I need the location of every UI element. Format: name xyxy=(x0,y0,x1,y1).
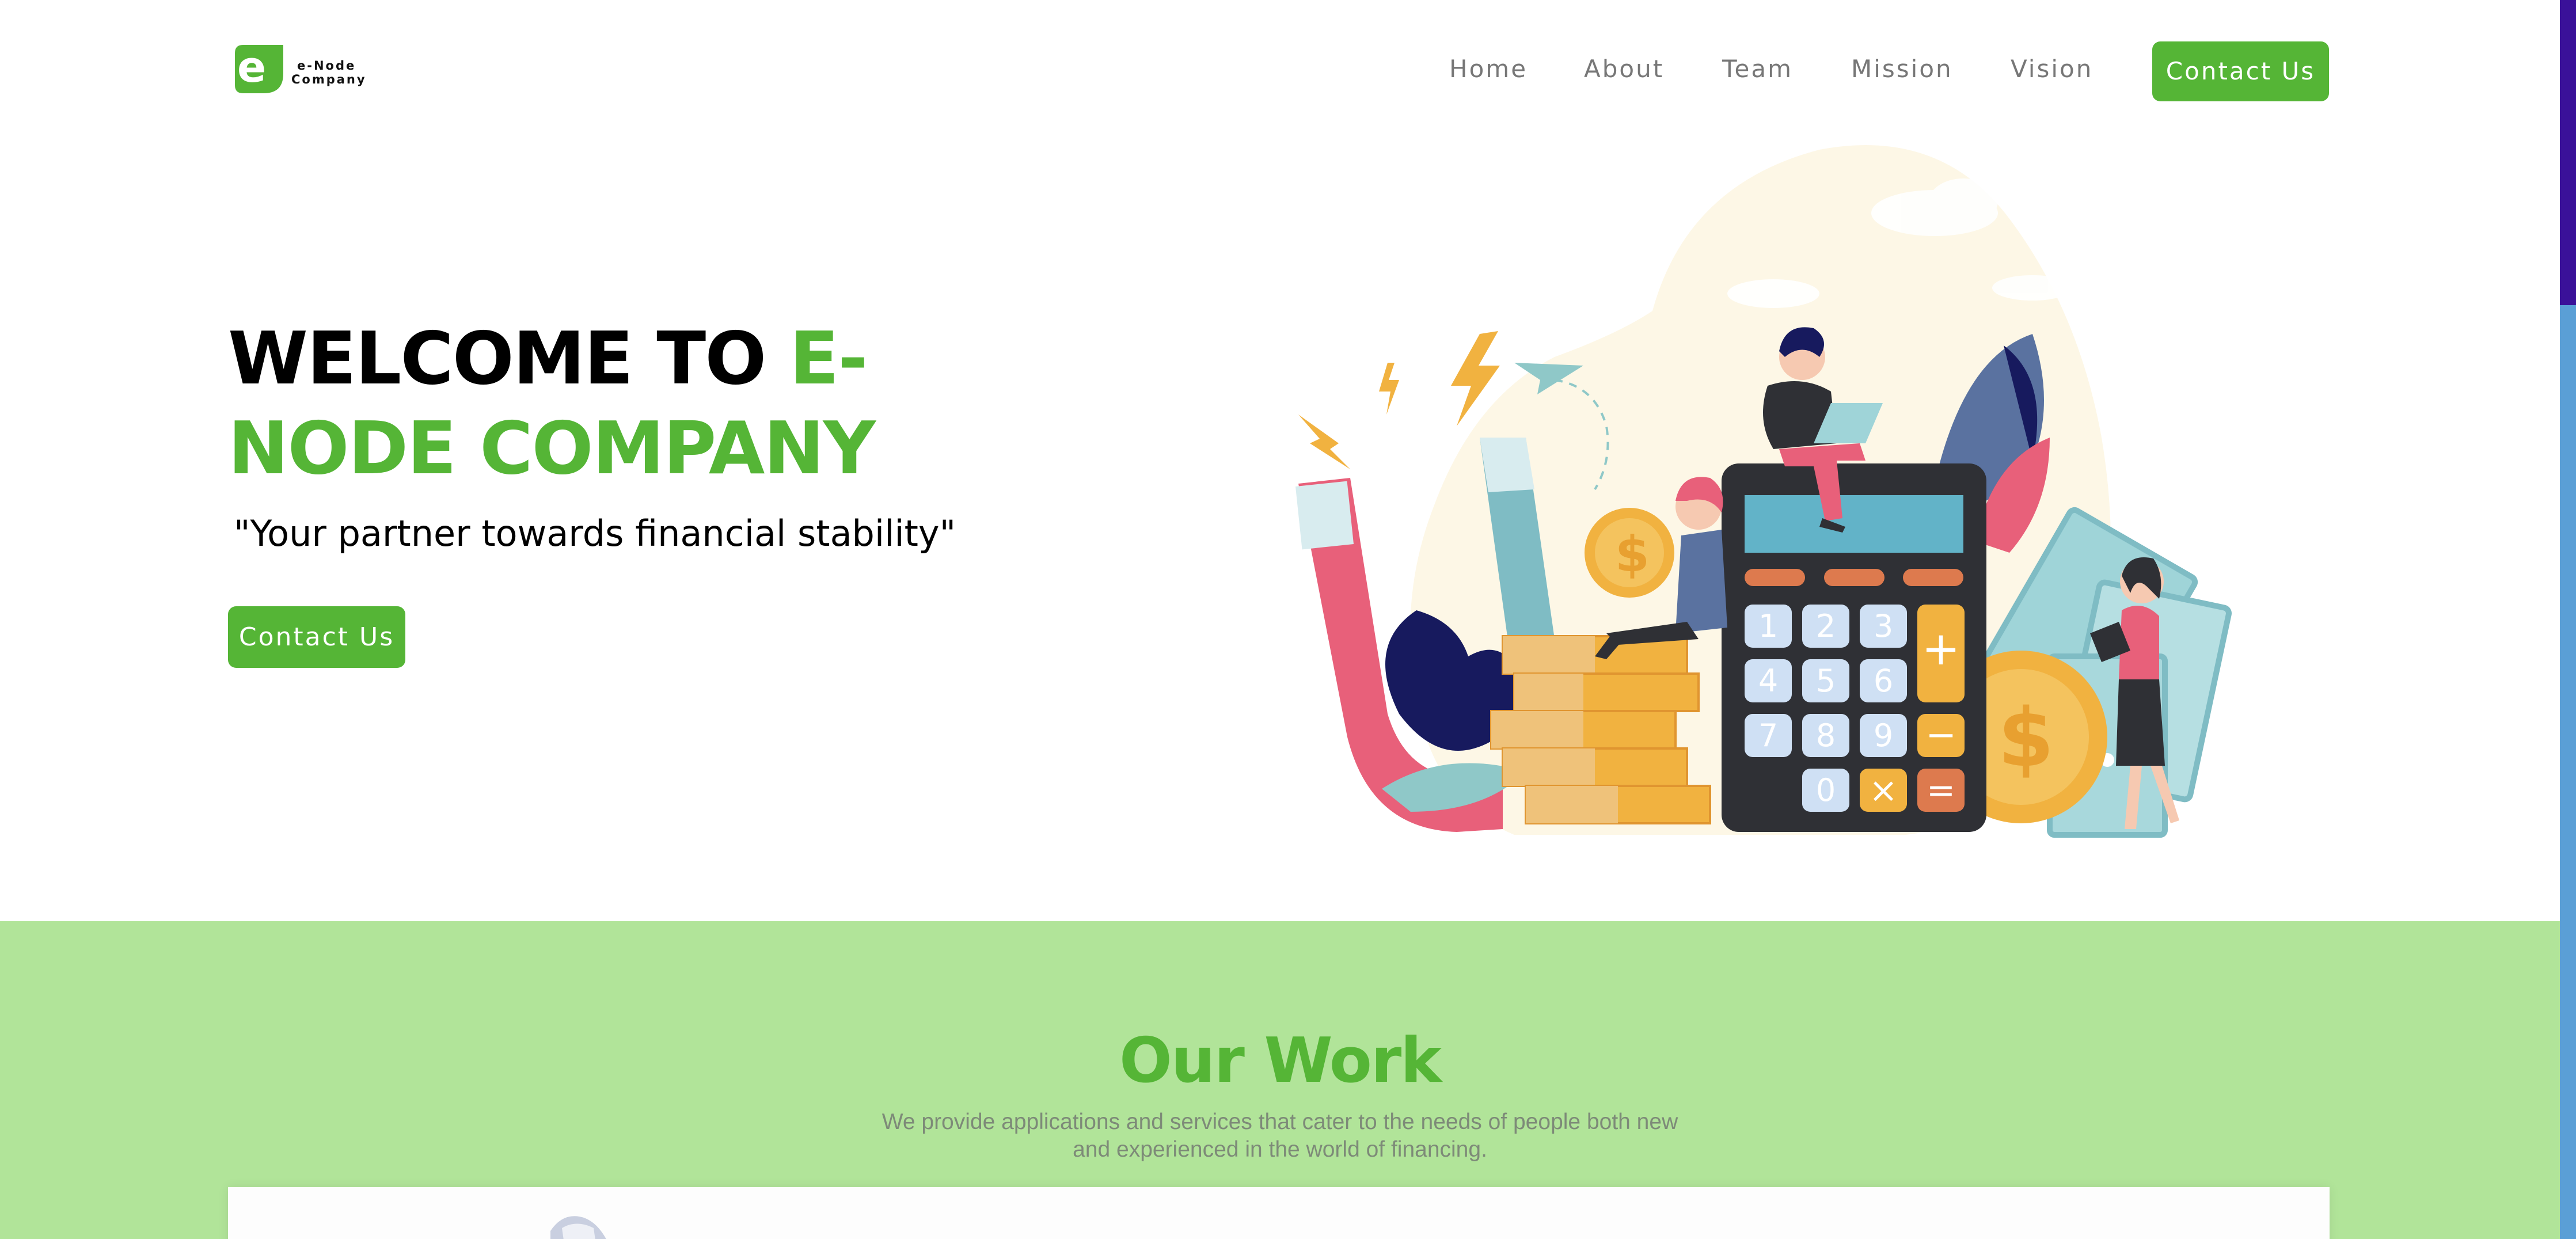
scrollbar-thumb[interactable] xyxy=(2560,0,2576,305)
svg-text:$: $ xyxy=(1615,526,1650,583)
svg-text:7: 7 xyxy=(1758,717,1778,754)
svg-text:e: e xyxy=(237,43,266,92)
svg-text:2: 2 xyxy=(1816,608,1836,644)
svg-text:×: × xyxy=(1869,770,1898,811)
svg-text:9: 9 xyxy=(1874,717,1893,754)
svg-text:1: 1 xyxy=(1758,608,1778,644)
hero-title-part1: WELCOME TO xyxy=(228,316,790,401)
svg-text:6: 6 xyxy=(1874,663,1893,699)
calculator-icon: 1 2 3 + 4 5 6 7 8 9 − 0 × = xyxy=(1722,463,1986,832)
hero-tagline: "Your partner towards financial stabilit… xyxy=(234,512,956,554)
svg-text:3: 3 xyxy=(1874,608,1893,644)
svg-text:+: + xyxy=(1921,622,1960,675)
work-card xyxy=(228,1187,2330,1239)
svg-text:5: 5 xyxy=(1816,663,1836,699)
scroll-paper-icon xyxy=(550,1216,606,1239)
our-work-description: We provide applications and services tha… xyxy=(882,1109,1678,1162)
nav-vision[interactable]: Vision xyxy=(2011,55,2093,83)
nav-about[interactable]: About xyxy=(1584,55,1664,83)
svg-text:8: 8 xyxy=(1816,717,1836,754)
svg-text:$: $ xyxy=(1998,691,2054,785)
hero-contact-button[interactable]: Contact Us xyxy=(228,606,405,668)
our-work-title: Our Work xyxy=(1119,1025,1442,1097)
hero-title: WELCOME TO E-NODE COMPANY xyxy=(228,314,1034,493)
page-scrollbar[interactable] xyxy=(2560,0,2576,1239)
logo-name-line1: e-Node xyxy=(297,59,356,73)
logo-name-line2: Company xyxy=(291,73,367,86)
finance-illustration: $ 1 2 3 + 4 5 6 7 8 9 − 0 × = $ xyxy=(1295,145,2232,838)
nav-home[interactable]: Home xyxy=(1449,55,1528,83)
svg-text:0: 0 xyxy=(1816,772,1836,808)
nav-mission[interactable]: Mission xyxy=(1851,55,1953,83)
our-work-section: Our Work We provide applications and ser… xyxy=(0,921,2560,1239)
company-logo[interactable]: e e-Node Company xyxy=(230,40,368,98)
e-node-logo-icon: e xyxy=(235,43,283,93)
nav-team[interactable]: Team xyxy=(1722,55,1793,83)
header-contact-button[interactable]: Contact Us xyxy=(2152,41,2329,101)
landing-page: e e-Node Company Home About Team Mission… xyxy=(0,0,2560,1239)
svg-text:−: − xyxy=(1925,714,1956,757)
logo-wordmark: e-Node Company xyxy=(291,59,367,86)
svg-text:4: 4 xyxy=(1758,663,1778,699)
svg-text:=: = xyxy=(1927,770,1955,811)
